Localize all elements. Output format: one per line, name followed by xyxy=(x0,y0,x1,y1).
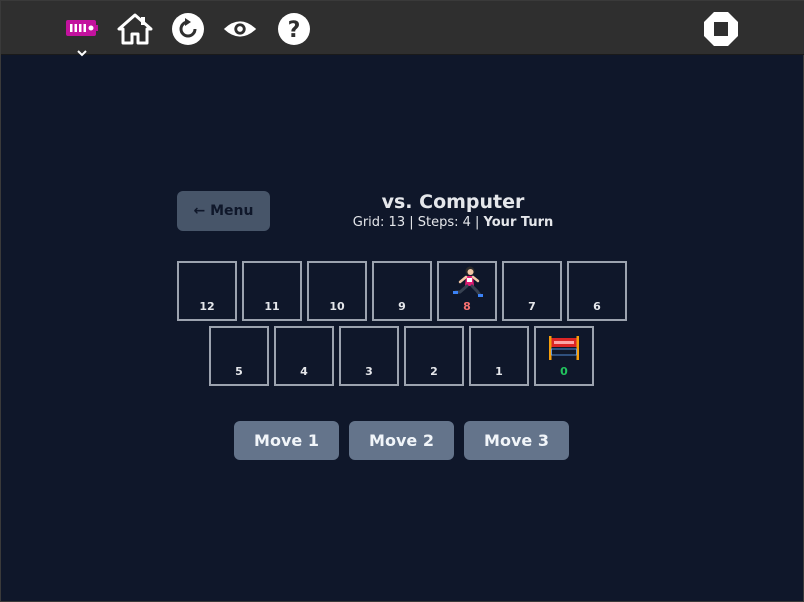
cell-number: 6 xyxy=(593,300,601,313)
help-icon[interactable]: ? xyxy=(276,11,312,47)
game-status: Grid: 13 | Steps: 4 | Your Turn xyxy=(301,215,605,230)
refresh-icon[interactable] xyxy=(170,11,206,47)
runner-icon xyxy=(451,265,485,299)
cell-number: 10 xyxy=(329,300,345,313)
stop-icon[interactable] xyxy=(703,11,739,47)
status-text: Grid: 13 | Steps: 4 | xyxy=(352,215,484,230)
svg-text:?: ? xyxy=(288,18,301,43)
cell-number: 7 xyxy=(528,300,536,313)
move-3-button[interactable]: Move 3 xyxy=(464,421,569,460)
toolbar: ? xyxy=(1,1,804,57)
home-icon[interactable] xyxy=(117,11,153,47)
move-1-button[interactable]: Move 1 xyxy=(234,421,339,460)
cell-number: 11 xyxy=(264,300,280,313)
board-cell-current: 8 xyxy=(437,261,497,321)
cell-number-current: 8 xyxy=(463,300,471,313)
board-cell: 12 xyxy=(177,261,237,321)
eye-icon[interactable] xyxy=(222,11,258,47)
move-2-button[interactable]: Move 2 xyxy=(349,421,454,460)
board-cell: 2 xyxy=(404,326,464,386)
cell-number: 9 xyxy=(398,300,406,313)
cell-number: 2 xyxy=(430,365,438,378)
board-cell: 5 xyxy=(209,326,269,386)
board-cell: 6 xyxy=(567,261,627,321)
board-cell: 3 xyxy=(339,326,399,386)
cell-number-goal: 0 xyxy=(560,365,568,378)
cell-number: 12 xyxy=(199,300,215,313)
board-cell-goal: 0 xyxy=(534,326,594,386)
activity-icon[interactable] xyxy=(65,15,99,43)
cell-number: 3 xyxy=(365,365,373,378)
game-title: vs. Computer xyxy=(381,191,525,213)
board-cell: 7 xyxy=(502,261,562,321)
finish-line-icon xyxy=(548,335,580,361)
board-cell: 9 xyxy=(372,261,432,321)
board-cell: 1 xyxy=(469,326,529,386)
menu-button[interactable]: ← Menu xyxy=(177,191,270,231)
cell-number: 5 xyxy=(235,365,243,378)
board-cell: 10 xyxy=(307,261,367,321)
cell-number: 1 xyxy=(495,365,503,378)
board-cell: 11 xyxy=(242,261,302,321)
turn-indicator: Your Turn xyxy=(483,215,554,230)
board-cell: 4 xyxy=(274,326,334,386)
cell-number: 4 xyxy=(300,365,308,378)
chevron-down-icon[interactable] xyxy=(76,43,88,57)
